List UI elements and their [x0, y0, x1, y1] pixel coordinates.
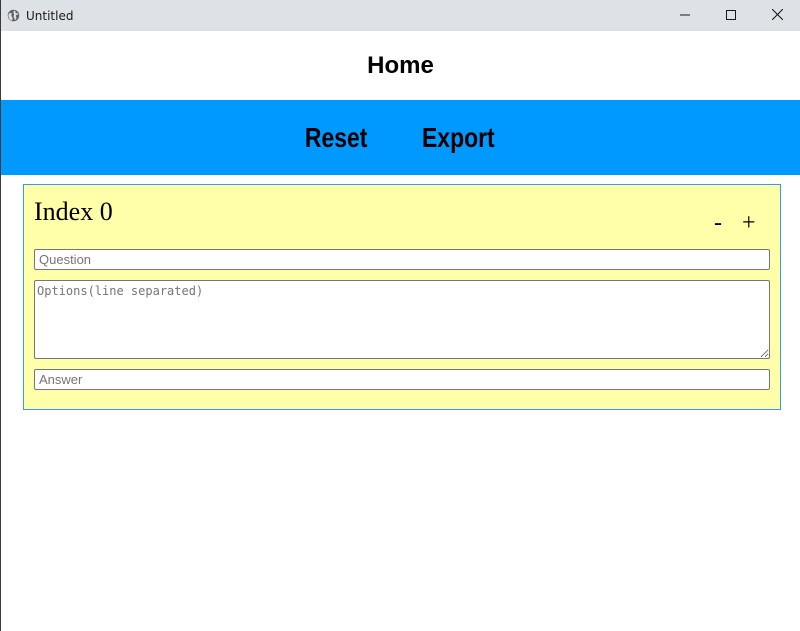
minimize-icon: [680, 7, 690, 25]
globe-icon: [6, 9, 20, 23]
add-item-button[interactable]: +: [742, 209, 756, 237]
maximize-button[interactable]: [708, 0, 754, 31]
reset-button[interactable]: Reset: [305, 122, 368, 154]
close-button[interactable]: [754, 0, 800, 31]
page-header: Home: [1, 31, 800, 100]
title-bar[interactable]: Untitled: [1, 0, 800, 31]
nav-bar: Reset Export: [1, 100, 800, 175]
export-button[interactable]: Export: [422, 122, 495, 154]
window-title: Untitled: [26, 8, 74, 23]
options-textarea[interactable]: [34, 280, 770, 359]
maximize-icon: [726, 7, 736, 25]
page-title: Home: [367, 51, 434, 79]
answer-input[interactable]: [34, 369, 770, 390]
question-input[interactable]: [34, 249, 770, 270]
remove-item-button[interactable]: -: [714, 209, 722, 237]
app-window: Untitled Home Reset Export Index 0 - + Q…: [0, 0, 800, 631]
question-card: Index 0 - +: [23, 184, 781, 410]
window-controls: [662, 0, 800, 31]
minimize-button[interactable]: [662, 0, 708, 31]
close-icon: [771, 7, 783, 25]
card-title: Index 0: [34, 197, 113, 226]
